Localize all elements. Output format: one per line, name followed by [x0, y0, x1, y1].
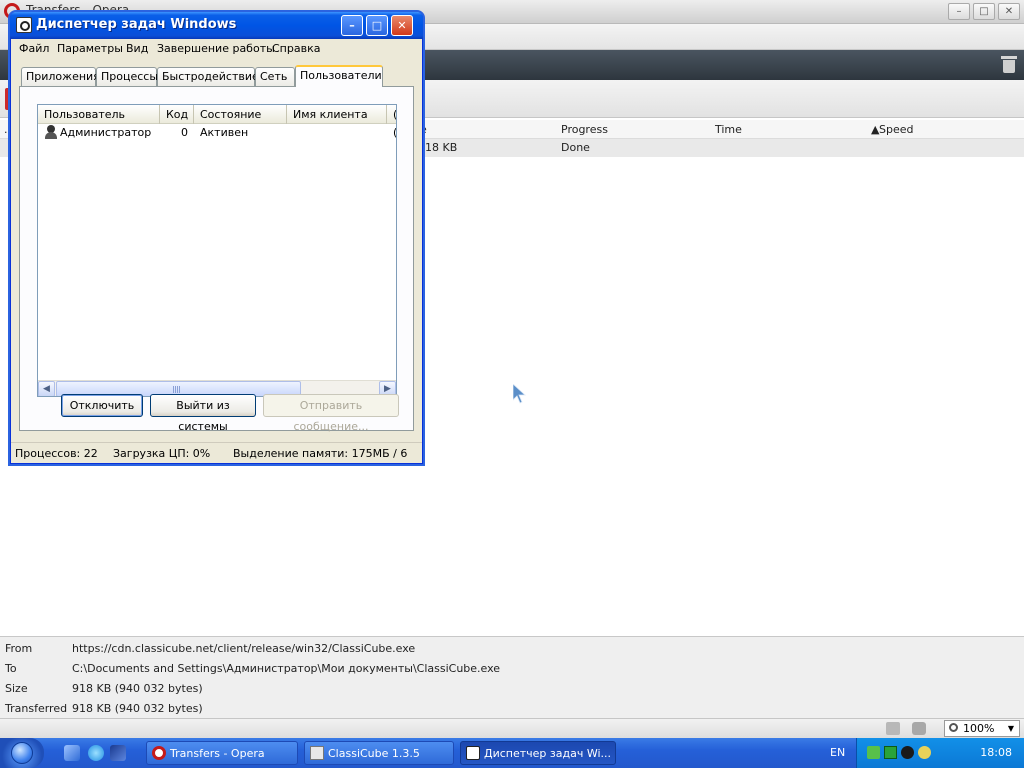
opera-statusbar: 100% ▼ [0, 718, 1024, 738]
close-button[interactable]: ✕ [998, 3, 1020, 20]
show-desktop-icon[interactable] [64, 745, 80, 761]
menu-file[interactable]: Файл [19, 42, 49, 55]
battery-icon[interactable] [884, 746, 897, 759]
security-icon[interactable] [918, 746, 931, 759]
tab-network[interactable]: Сеть [255, 67, 295, 86]
system-tray: EN 18:08 [830, 738, 1024, 768]
column-session[interactable]: ( [387, 105, 396, 124]
camera-icon[interactable] [912, 722, 926, 735]
zoom-value: 100% [963, 722, 995, 735]
users-list[interactable]: Пользователь Код Состояние Имя клиента (… [37, 104, 397, 397]
minimize-button[interactable]: – [341, 15, 363, 36]
column-id[interactable]: Код [160, 105, 194, 124]
table-row[interactable]: Администратор 0 Активен ( [38, 124, 396, 141]
task-manager-title: Диспетчер задач Windows [36, 17, 237, 32]
column-progress[interactable]: Progress [561, 123, 608, 136]
transfer-progress: Done [561, 141, 590, 154]
cube-icon [310, 746, 324, 760]
column-user[interactable]: Пользователь [38, 105, 160, 124]
transfer-details: From https://cdn.classicube.net/client/re… [0, 636, 1024, 718]
start-button[interactable] [0, 738, 44, 768]
scroll-left-button[interactable]: ◀ [38, 381, 55, 396]
close-button[interactable]: ✕ [391, 15, 413, 36]
column-speed[interactable]: Speed [879, 123, 913, 136]
maximize-button[interactable]: □ [973, 3, 995, 20]
users-list-header: Пользователь Код Состояние Имя клиента ( [38, 105, 396, 124]
speaker-icon[interactable] [901, 746, 914, 759]
menu-view[interactable]: Вид [126, 42, 148, 55]
menu-options[interactable]: Параметры [57, 42, 123, 55]
chevron-down-icon: ▼ [1007, 724, 1015, 733]
status-cpu: Загрузка ЦП: 0% [113, 447, 211, 460]
media-player-icon[interactable] [110, 745, 126, 761]
maximize-button[interactable]: □ [366, 15, 388, 36]
column-time[interactable]: Time [715, 123, 742, 136]
menu-shutdown[interactable]: Завершение работы [157, 42, 275, 55]
row-id: 0 [181, 126, 188, 139]
windows-logo-icon [11, 742, 33, 764]
network-icon[interactable] [867, 746, 880, 759]
clock[interactable]: 18:08 [980, 746, 1012, 759]
row-session: ( [393, 126, 397, 139]
menu-help[interactable]: Справка [272, 42, 320, 55]
column-client-name[interactable]: Имя клиента [287, 105, 387, 124]
tab-processes[interactable]: Процессы [96, 67, 158, 86]
opera-icon [152, 746, 166, 760]
task-manager-titlebar[interactable]: Диспетчер задач Windows – □ ✕ [10, 12, 423, 39]
task-manager-menubar: Файл Параметры Вид Завершение работы Спр… [11, 39, 422, 58]
minimize-button[interactable]: – [948, 3, 970, 20]
transfer-size: 918 KB [418, 141, 458, 154]
task-manager-statusbar: Процессов: 22 Загрузка ЦП: 0% Выделение … [11, 442, 422, 462]
taskbar-label-opera: Transfers - Opera [170, 747, 265, 760]
taskbar-button-task-manager[interactable]: Диспетчер задач Wi... [460, 741, 616, 765]
taskbar-label-classicube: ClassiCube 1.3.5 [328, 747, 420, 760]
row-user: Администратор [60, 126, 152, 139]
zoom-select[interactable]: 100% ▼ [944, 720, 1020, 737]
send-message-button: Отправить сообщение... [263, 394, 399, 433]
user-icon [44, 125, 58, 139]
trash-icon[interactable] [1001, 56, 1017, 73]
task-manager-window: Диспетчер задач Windows – □ ✕ Файл Парам… [10, 12, 423, 464]
status-memory: Выделение памяти: 175МБ / 6 [233, 447, 408, 460]
column-status[interactable]: Состояние [194, 105, 287, 124]
internet-explorer-icon[interactable] [88, 745, 104, 761]
taskbar: Transfers - Opera ClassiCube 1.3.5 Диспе… [0, 738, 1024, 768]
turbo-icon[interactable] [886, 722, 900, 735]
task-manager-icon [16, 17, 32, 33]
taskbar-button-classicube[interactable]: ClassiCube 1.3.5 [304, 741, 454, 765]
opera-window-controls: – □ ✕ [948, 3, 1020, 20]
logoff-button[interactable]: Выйти из системы [150, 394, 256, 433]
language-indicator[interactable]: EN [830, 746, 845, 759]
tab-performance[interactable]: Быстродействие [157, 67, 259, 86]
task-manager-icon [466, 746, 480, 760]
taskbar-label-task-manager: Диспетчер задач Wi... [484, 747, 612, 760]
taskbar-button-opera[interactable]: Transfers - Opera [146, 741, 298, 765]
tab-applications[interactable]: Приложения [21, 67, 100, 86]
magnifier-icon [949, 723, 958, 732]
tab-users[interactable]: Пользователи [295, 65, 383, 87]
status-processes: Процессов: 22 [15, 447, 98, 460]
disconnect-button[interactable]: Отключить [61, 394, 143, 417]
row-status: Активен [200, 126, 249, 139]
mouse-cursor-icon [513, 384, 527, 404]
